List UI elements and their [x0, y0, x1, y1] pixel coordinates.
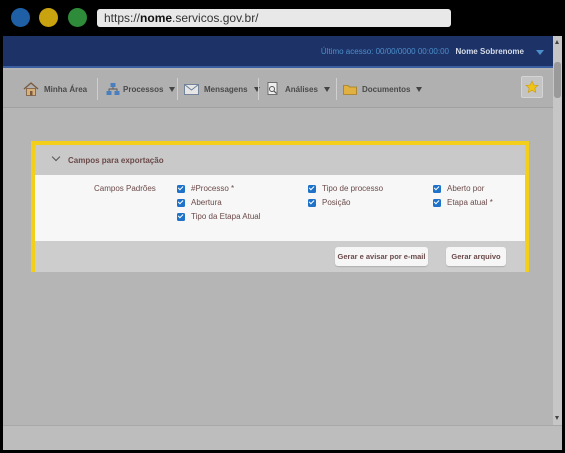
nav-label: Mensagens: [204, 84, 248, 94]
chevron-down-icon: [169, 86, 176, 92]
envelope-icon: [184, 83, 199, 95]
checkbox[interactable]: [433, 198, 441, 207]
main-navigation: Minha Área Processos Mensagens Análises: [3, 70, 553, 108]
nav-item-documentos[interactable]: Documentos: [343, 78, 423, 100]
nav-item-analises[interactable]: Análises: [266, 78, 330, 100]
window-maximize-button[interactable]: [68, 8, 87, 27]
browser-window: https://nome.servicos.gov.br/ Último ace…: [0, 0, 565, 453]
scroll-up-arrow-icon[interactable]: [555, 40, 559, 44]
nav-divider: [336, 78, 337, 100]
nav-label: Processos: [123, 84, 164, 94]
option-label: Posição: [322, 198, 351, 207]
url-prefix: https://: [104, 11, 141, 25]
star-icon: [525, 80, 539, 94]
favorites-button[interactable]: [521, 76, 543, 98]
option-label: #Processo *: [191, 184, 235, 193]
option-label: Tipo de processo: [322, 184, 384, 193]
vertical-scrollbar[interactable]: [553, 36, 562, 450]
chevron-down-icon[interactable]: [51, 152, 61, 162]
panel-header[interactable]: Campos para exportação: [35, 145, 525, 175]
nav-divider: [177, 78, 178, 100]
nav-item-mensagens[interactable]: Mensagens: [184, 78, 260, 100]
option-processo[interactable]: #Processo *: [177, 184, 234, 193]
nav-label: Análises: [285, 84, 318, 94]
chevron-down-icon: [416, 86, 423, 92]
user-menu-caret-icon[interactable]: [536, 50, 544, 55]
address-bar[interactable]: https://nome.servicos.gov.br/: [97, 9, 451, 27]
browser-chrome: https://nome.servicos.gov.br/: [0, 0, 565, 36]
folder-icon: [343, 84, 357, 95]
home-icon: [23, 82, 39, 96]
checkbox[interactable]: [177, 198, 185, 207]
option-abertura[interactable]: Abertura: [177, 198, 222, 207]
standard-fields-label: Campos Padrões: [94, 184, 156, 193]
url-rest: .servicos.gov.br/: [172, 11, 259, 25]
option-label: Tipo da Etapa Atual: [191, 212, 261, 221]
checkbox[interactable]: [308, 198, 316, 207]
last-access-text: Último acesso: 00/00/0000 00:00:00: [320, 47, 449, 56]
panel-body: Campos Padrões #Processo * Tipo de proce…: [35, 175, 525, 241]
panel-footer: Gerar e avisar por e-mail Gerar arquivo: [35, 241, 525, 272]
option-label: Abertura: [191, 198, 222, 207]
option-posicao[interactable]: Posição: [308, 198, 350, 207]
nav-label: Documentos: [362, 84, 411, 94]
checkbox[interactable]: [177, 184, 185, 193]
checkbox[interactable]: [433, 184, 441, 193]
option-tipo-da-etapa-atual[interactable]: Tipo da Etapa Atual: [177, 212, 261, 221]
checkbox[interactable]: [308, 184, 316, 193]
nav-divider: [97, 78, 98, 100]
status-strip: [3, 425, 562, 450]
generate-and-email-button[interactable]: Gerar e avisar por e-mail: [335, 247, 428, 266]
page-viewport: Último acesso: 00/00/0000 00:00:00 Nome …: [3, 36, 562, 450]
option-tipo-de-processo[interactable]: Tipo de processo: [308, 184, 383, 193]
option-etapa-atual[interactable]: Etapa atual *: [433, 198, 493, 207]
generate-file-button[interactable]: Gerar arquivo: [446, 247, 506, 266]
option-label: Etapa atual *: [447, 198, 493, 207]
scroll-down-arrow-icon[interactable]: [555, 416, 559, 420]
nav-divider: [258, 78, 259, 100]
checkbox[interactable]: [177, 212, 185, 221]
nav-item-processos[interactable]: Processos: [106, 78, 176, 100]
window-close-button[interactable]: [11, 8, 30, 27]
export-fields-panel: Campos para exportação Campos Padrões #P…: [31, 141, 529, 272]
panel-title: Campos para exportação: [68, 156, 164, 165]
nav-item-minha-area[interactable]: Minha Área: [23, 78, 87, 100]
chevron-down-icon: [323, 86, 330, 92]
document-search-icon: [267, 82, 278, 95]
nav-label: Minha Área: [44, 84, 88, 94]
window-minimize-button[interactable]: [39, 8, 58, 27]
user-name[interactable]: Nome Sobrenome: [456, 47, 524, 56]
option-label: Aberto por: [447, 184, 485, 193]
option-aberto-por[interactable]: Aberto por: [433, 184, 484, 193]
top-header: Último acesso: 00/00/0000 00:00:00 Nome …: [3, 36, 553, 68]
org-chart-icon: [106, 83, 120, 95]
url-host: nome: [140, 11, 173, 25]
scrollbar-thumb[interactable]: [554, 62, 561, 98]
